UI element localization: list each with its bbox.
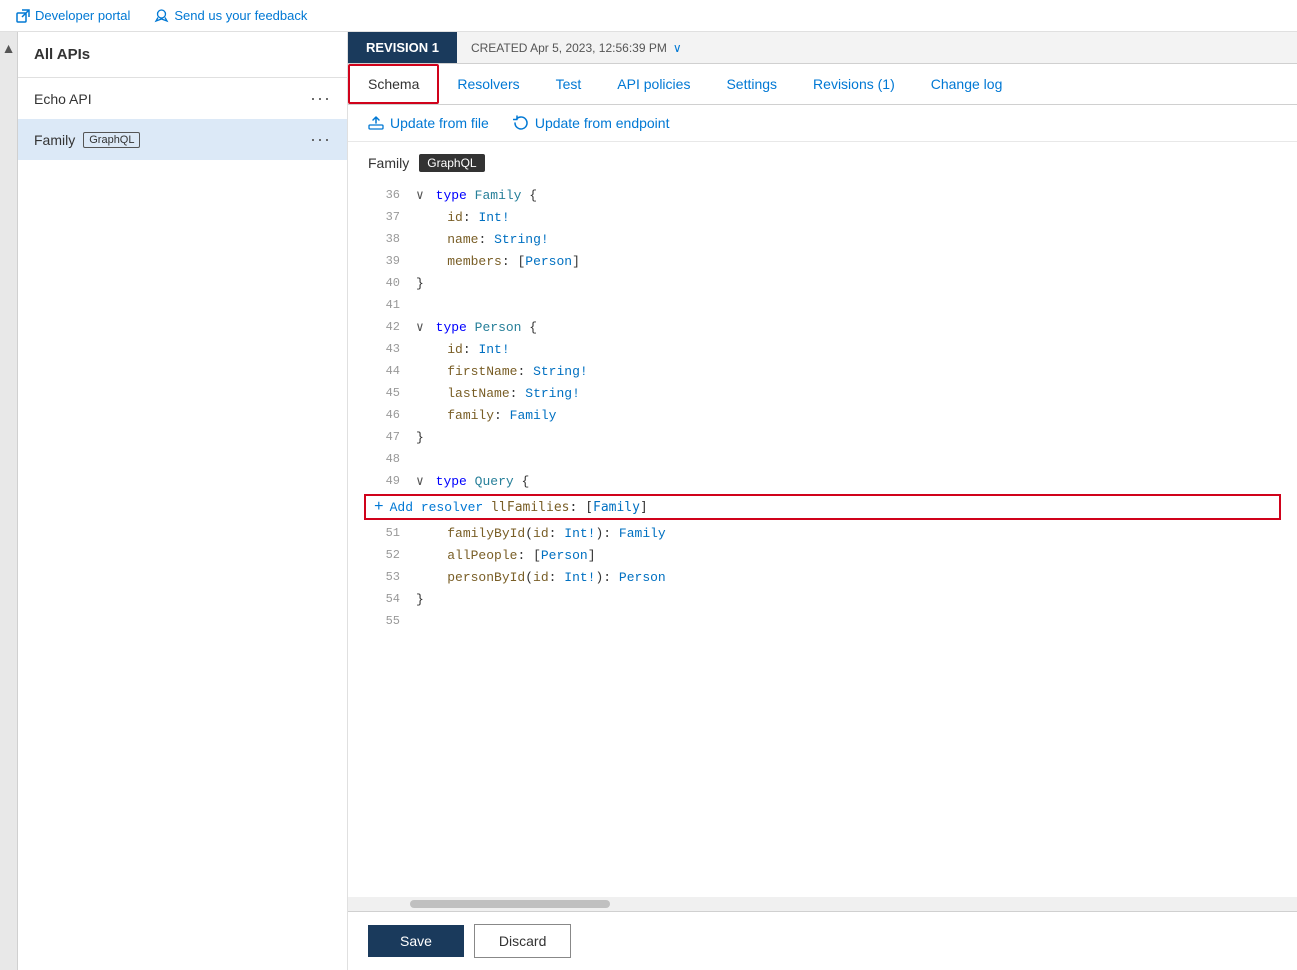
code-line-42: 42 ∨ type Person { <box>348 316 1297 338</box>
update-from-file-label: Update from file <box>390 115 489 131</box>
hscroll-thumb[interactable] <box>410 900 610 908</box>
revision-info: CREATED Apr 5, 2023, 12:56:39 PM ∨ <box>457 33 696 63</box>
family-api-label: Family <box>34 132 75 148</box>
content-area: REVISION 1 CREATED Apr 5, 2023, 12:56:39… <box>348 32 1297 970</box>
code-line-49: 49 ∨ type Query { <box>348 470 1297 492</box>
code-editor[interactable]: 36 ∨ type Family { 37 id: Int! 38 name: … <box>348 180 1297 897</box>
sidebar-header: All APIs <box>18 32 347 78</box>
revision-chevron-icon[interactable]: ∨ <box>673 41 682 55</box>
tab-bar: Schema Resolvers Test API policies Setti… <box>348 64 1297 105</box>
code-line-54: 54 } <box>348 588 1297 610</box>
update-from-endpoint-label: Update from endpoint <box>535 115 670 131</box>
tab-schema[interactable]: Schema <box>348 64 439 104</box>
add-resolver-plus-icon: + <box>374 498 384 516</box>
code-line-38: 38 name: String! <box>348 228 1297 250</box>
topbar: Developer portal Send us your feedback <box>0 0 1297 32</box>
echo-api-label: Echo API <box>34 91 92 107</box>
add-resolver-code: llFamilies: [Family] <box>491 500 648 515</box>
family-api-right: ··· <box>310 129 331 150</box>
schema-api-name: Family <box>368 155 409 171</box>
tab-revisions[interactable]: Revisions (1) <box>795 66 913 102</box>
code-line-36: 36 ∨ type Family { <box>348 184 1297 206</box>
code-line-52: 52 allPeople: [Person] <box>348 544 1297 566</box>
code-line-43: 43 id: Int! <box>348 338 1297 360</box>
revision-bar: REVISION 1 CREATED Apr 5, 2023, 12:56:39… <box>348 32 1297 64</box>
schema-label-row: Family GraphQL <box>348 142 1297 180</box>
code-line-46: 46 family: Family <box>348 404 1297 426</box>
tab-resolvers[interactable]: Resolvers <box>439 66 537 102</box>
echo-api-right: ··· <box>310 88 331 109</box>
family-api-badge: GraphQL <box>83 132 140 148</box>
horizontal-scrollbar[interactable] <box>348 897 1297 911</box>
code-line-41: 41 <box>348 294 1297 316</box>
bottom-bar: Save Discard <box>348 911 1297 970</box>
upload-icon <box>368 115 384 131</box>
toolbar: Update from file Update from endpoint <box>348 105 1297 142</box>
code-line-48: 48 <box>348 448 1297 470</box>
tab-settings[interactable]: Settings <box>708 66 795 102</box>
tab-api-policies[interactable]: API policies <box>599 66 708 102</box>
developer-portal-link[interactable]: Developer portal <box>16 8 130 23</box>
discard-button[interactable]: Discard <box>474 924 571 958</box>
code-line-40: 40 } <box>348 272 1297 294</box>
external-link-icon <box>16 9 30 23</box>
collapse-arrow-icon: ▲ <box>2 40 16 56</box>
sidebar-item-echo-api[interactable]: Echo API ··· <box>18 78 347 119</box>
family-api-menu-btn[interactable]: ··· <box>310 129 331 150</box>
code-line-45: 45 lastName: String! <box>348 382 1297 404</box>
update-from-file-btn[interactable]: Update from file <box>368 115 489 131</box>
add-resolver-btn[interactable]: Add resolver <box>390 500 484 515</box>
sidebar-item-family-api[interactable]: Family GraphQL ··· <box>18 119 347 160</box>
code-line-39: 39 members: [Person] <box>348 250 1297 272</box>
code-line-51: 51 familyById(id: Int!): Family <box>348 522 1297 544</box>
main-layout: ▲ All APIs Echo API ··· Family GraphQL ·… <box>0 32 1297 970</box>
echo-api-menu-btn[interactable]: ··· <box>310 88 331 109</box>
code-line-53: 53 personById(id: Int!): Person <box>348 566 1297 588</box>
sidebar-collapse-btn[interactable]: ▲ <box>0 32 18 970</box>
tab-change-log[interactable]: Change log <box>913 66 1021 102</box>
code-line-55: 55 <box>348 610 1297 632</box>
family-api-label-group: Family GraphQL <box>34 132 140 148</box>
code-line-44: 44 firstName: String! <box>348 360 1297 382</box>
sidebar: All APIs Echo API ··· Family GraphQL ··· <box>18 32 348 970</box>
add-resolver-container[interactable]: + Add resolver llFamilies: [Family] <box>364 494 1281 520</box>
code-line-47: 47 } <box>348 426 1297 448</box>
save-button[interactable]: Save <box>368 925 464 957</box>
graphql-badge: GraphQL <box>419 154 484 172</box>
feedback-icon <box>154 9 169 23</box>
tab-test[interactable]: Test <box>538 66 600 102</box>
code-line-37: 37 id: Int! <box>348 206 1297 228</box>
revision-tab[interactable]: REVISION 1 <box>348 32 457 63</box>
feedback-link[interactable]: Send us your feedback <box>154 8 307 23</box>
update-from-endpoint-btn[interactable]: Update from endpoint <box>513 115 670 131</box>
refresh-icon <box>513 115 529 131</box>
